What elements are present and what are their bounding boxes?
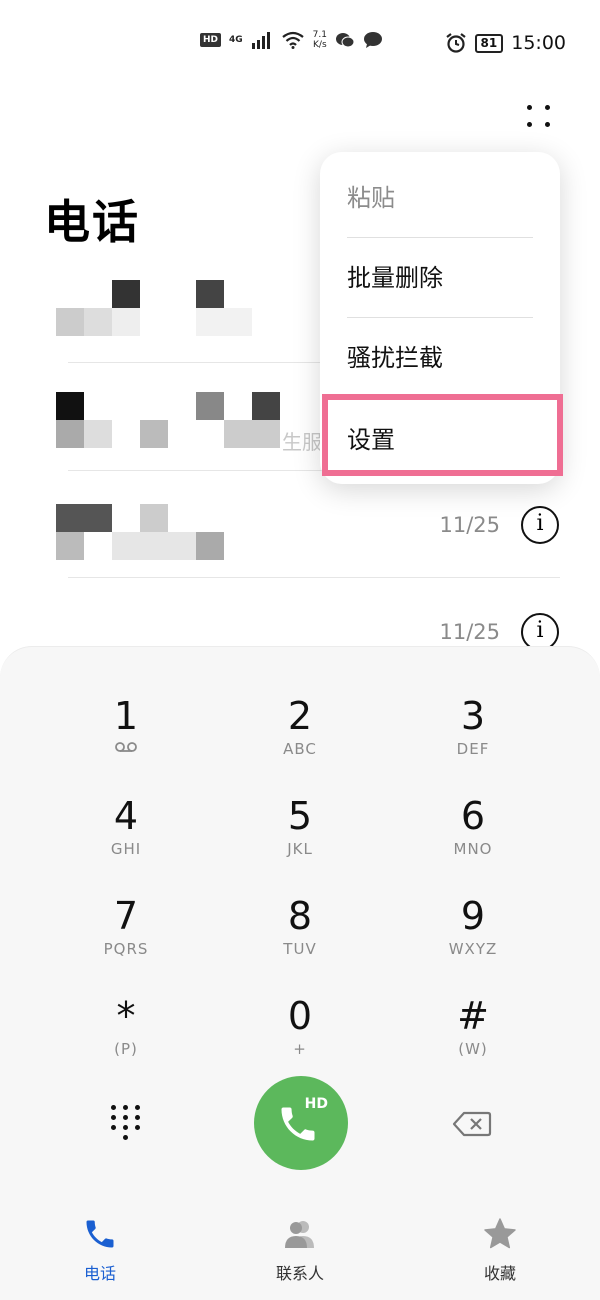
divider [68,577,560,578]
call-date: 11/25 [439,513,500,537]
bottom-tab-bar: 电话 联系人 收藏 [0,1200,600,1300]
hd-voice-icon: HD [200,33,222,47]
network-type: 4G [229,35,243,45]
voicemail-icon [115,742,137,752]
menu-item-spam-blocking[interactable]: 骚扰拦截 [347,318,533,398]
dial-key-1[interactable]: 1 [51,694,201,784]
tab-favorites[interactable]: 收藏 [445,1216,555,1284]
call-date: 11/25 [439,620,500,644]
alarm-icon [445,33,466,53]
contacts-icon [285,1221,314,1248]
dial-key-6[interactable]: 6 MNO [398,794,548,884]
phone-icon [86,1220,114,1248]
dial-key-9[interactable]: 9 WXYZ [398,894,548,984]
menu-item-paste[interactable]: 粘贴 [347,158,533,238]
message-icon [364,32,382,48]
status-bar: HD 4G 7.1 K/s 81 15:00 [0,0,600,90]
dial-key-hash[interactable]: # (W) [398,994,548,1084]
dial-key-2[interactable]: 2 ABC [225,694,375,784]
dial-key-4[interactable]: 4 GHI [51,794,201,884]
star-icon [484,1218,516,1249]
menu-item-batch-delete[interactable]: 批量删除 [347,238,533,318]
dial-key-star[interactable]: * (P) [51,994,201,1084]
call-detail-text: 生服 [282,430,322,454]
dialpad-toggle-icon[interactable] [111,1105,141,1143]
dial-key-0[interactable]: 0 + [225,994,375,1084]
more-options-icon[interactable] [522,100,560,134]
blurred-contact-name [56,504,112,532]
battery-icon: 81 [474,33,504,53]
net-speed: 7.1 K/s [312,30,327,50]
phone-icon [281,1107,315,1141]
wechat-icon [336,33,355,48]
dial-key-5[interactable]: 5 JKL [225,794,375,884]
backspace-icon[interactable] [452,1110,492,1138]
blurred-contact-name [112,280,140,308]
clock: 15:00 [511,32,566,54]
blurred-contact-name [56,392,84,420]
tab-phone[interactable]: 电话 [45,1216,155,1284]
call-button[interactable]: HD [254,1076,348,1170]
wifi-icon [281,31,304,49]
dial-key-3[interactable]: 3 DEF [398,694,548,784]
dial-key-7[interactable]: 7 PQRS [51,894,201,984]
tab-contacts[interactable]: 联系人 [245,1216,355,1284]
settings-highlight-box [322,394,563,476]
dial-key-8[interactable]: 8 TUV [225,894,375,984]
signal-icon [251,32,270,49]
page-title: 电话 [44,195,140,249]
info-icon[interactable]: i [521,506,559,544]
